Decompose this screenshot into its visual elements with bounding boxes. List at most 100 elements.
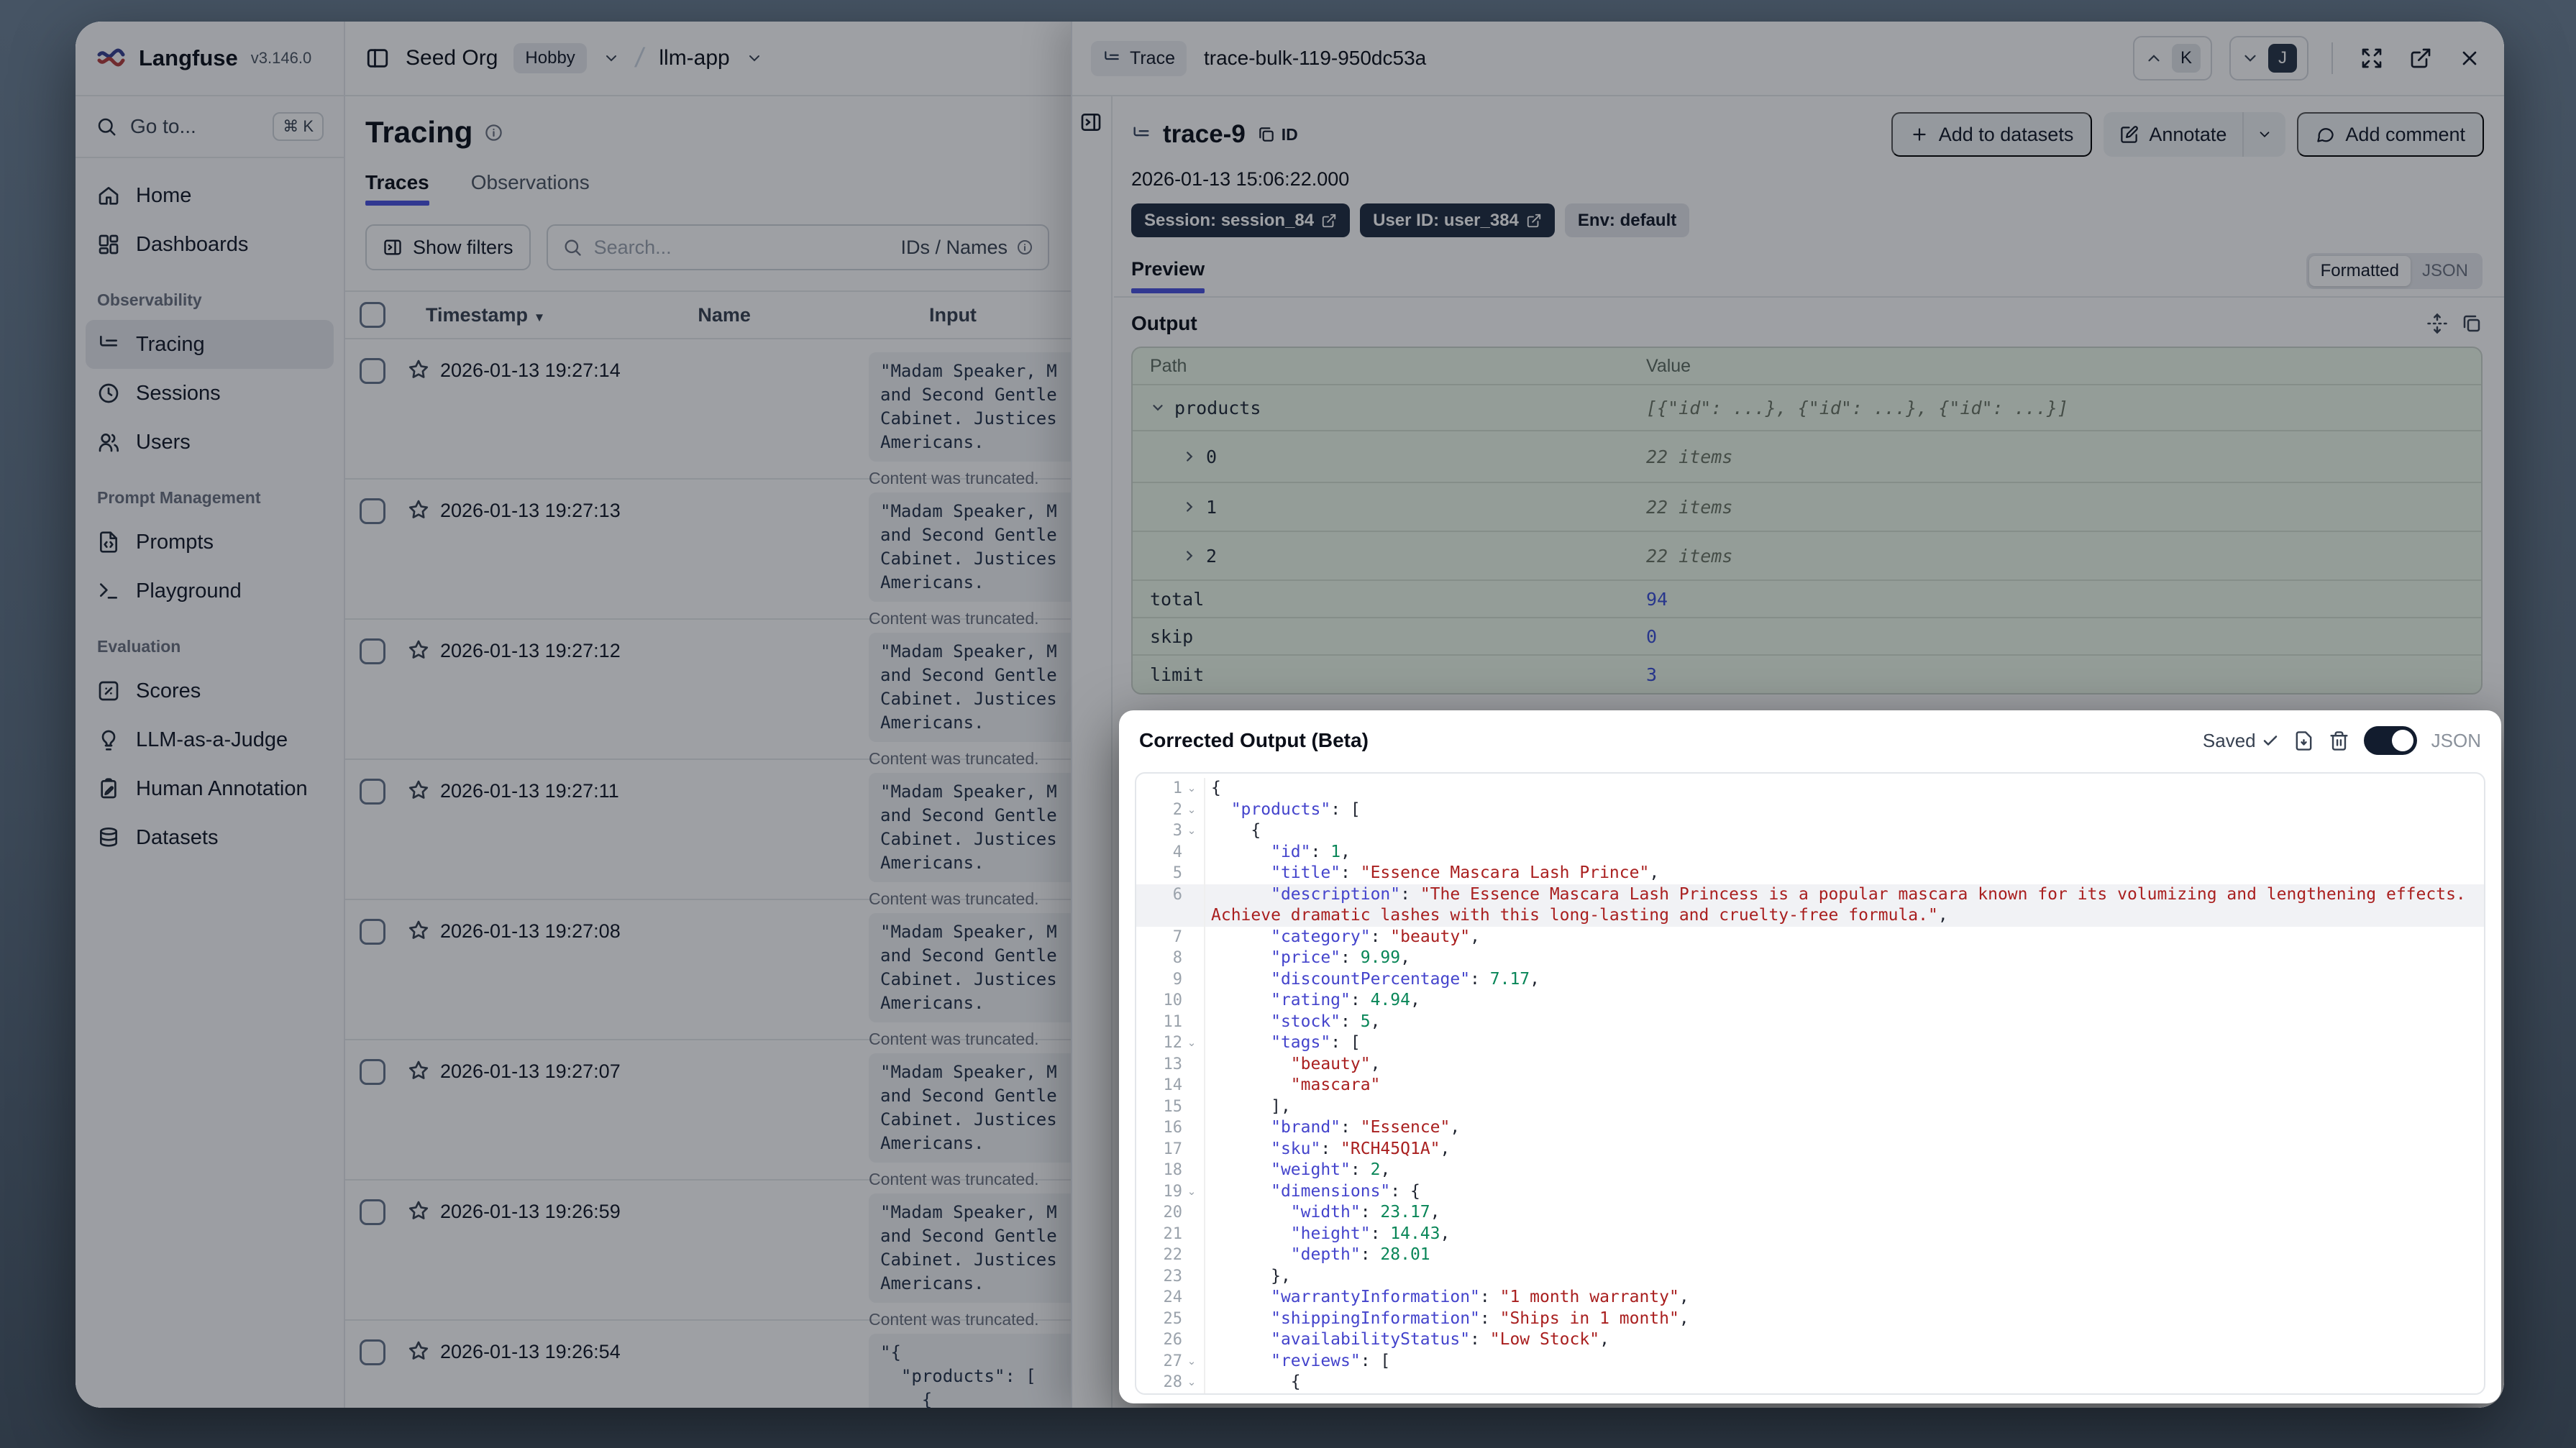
output-row-1[interactable]: 1 22 items xyxy=(1133,483,2481,532)
line-gutter[interactable]: 9 xyxy=(1136,968,1205,990)
star-icon[interactable] xyxy=(407,1199,430,1222)
table-row[interactable]: 2026-01-13 19:27:08 "Madam Speaker, M and… xyxy=(345,900,1071,1048)
line-gutter[interactable]: 25 xyxy=(1136,1308,1205,1329)
format-json-option[interactable]: JSON xyxy=(2411,256,2480,286)
line-gutter[interactable]: 23 xyxy=(1136,1265,1205,1287)
sidebar-item-dashboards[interactable]: Dashboards xyxy=(86,220,334,269)
tab-traces[interactable]: Traces xyxy=(365,171,429,206)
annotate-menu-button[interactable] xyxy=(2244,112,2285,157)
star-icon[interactable] xyxy=(407,638,430,661)
json-editor[interactable]: 1 ⌄{2 ⌄ "products": [3 ⌄ {4 "id": 1, 5 "titl… xyxy=(1135,772,2485,1395)
line-gutter[interactable]: 5 xyxy=(1136,863,1205,884)
row-checkbox[interactable] xyxy=(360,498,385,524)
copy-id-button[interactable]: ID xyxy=(1257,125,1298,145)
line-gutter[interactable]: 13 xyxy=(1136,1053,1205,1075)
chevron-right-icon[interactable] xyxy=(1182,499,1197,515)
line-gutter[interactable]: 21 xyxy=(1136,1223,1205,1245)
sidebar-item-home[interactable]: Home xyxy=(86,171,334,220)
line-gutter[interactable]: 7 xyxy=(1136,926,1205,948)
row-checkbox[interactable] xyxy=(360,638,385,664)
row-checkbox[interactable] xyxy=(360,1199,385,1225)
line-gutter[interactable]: 20 xyxy=(1136,1202,1205,1224)
sidebar-item-llm-as-a-judge[interactable]: LLM-as-a-Judge xyxy=(86,715,334,764)
col-input[interactable]: Input xyxy=(929,304,977,326)
table-row[interactable]: 2026-01-13 19:27:07 "Madam Speaker, M and… xyxy=(345,1040,1071,1188)
sidebar-item-human-annotation[interactable]: Human Annotation xyxy=(86,764,334,813)
sidebar-item-prompts[interactable]: Prompts xyxy=(86,518,334,567)
chevron-down-icon[interactable] xyxy=(603,50,620,67)
star-icon[interactable] xyxy=(407,1339,430,1362)
line-gutter[interactable]: 12 ⌄ xyxy=(1136,1032,1205,1054)
project-name[interactable]: llm-app xyxy=(659,46,729,70)
line-gutter[interactable]: 14 xyxy=(1136,1075,1205,1096)
prev-trace-button[interactable]: K xyxy=(2133,36,2212,81)
col-timestamp[interactable]: Timestamp ▼ xyxy=(426,304,545,326)
line-gutter[interactable]: 4 xyxy=(1136,841,1205,863)
sidebar-item-datasets[interactable]: Datasets xyxy=(86,813,334,862)
sidebar-item-scores[interactable]: Scores xyxy=(86,666,334,715)
line-gutter[interactable]: 10 xyxy=(1136,990,1205,1012)
annotate-button[interactable]: Annotate xyxy=(2104,112,2242,157)
row-checkbox[interactable] xyxy=(360,919,385,945)
table-row[interactable]: 2026-01-13 19:26:54 "{ "products": [ { xyxy=(345,1321,1071,1408)
line-gutter[interactable]: 18 xyxy=(1136,1160,1205,1181)
close-icon[interactable] xyxy=(2454,42,2485,74)
line-gutter[interactable]: 6 xyxy=(1136,884,1205,905)
chevron-down-icon[interactable] xyxy=(746,50,763,67)
table-row[interactable]: 2026-01-13 19:27:13 "Madam Speaker, M and… xyxy=(345,480,1071,628)
format-formatted-option[interactable]: Formatted xyxy=(2308,256,2411,286)
open-in-new-icon[interactable] xyxy=(2405,42,2436,74)
search-input[interactable]: Search... IDs / Names xyxy=(546,224,1049,270)
star-icon[interactable] xyxy=(407,498,430,521)
line-gutter[interactable]: 3 ⌄ xyxy=(1136,820,1205,842)
org-name[interactable]: Seed Org xyxy=(406,46,498,70)
save-file-icon[interactable] xyxy=(2293,730,2314,751)
table-row[interactable]: 2026-01-13 19:27:11 "Madam Speaker, M and… xyxy=(345,760,1071,908)
star-icon[interactable] xyxy=(407,919,430,942)
search-scope[interactable]: IDs / Names xyxy=(900,237,1033,259)
trash-icon[interactable] xyxy=(2329,730,2349,751)
output-row-0[interactable]: 0 22 items xyxy=(1133,431,2481,483)
line-gutter[interactable]: 27 ⌄ xyxy=(1136,1350,1205,1372)
select-all-checkbox[interactable] xyxy=(360,302,385,328)
table-row[interactable]: 2026-01-13 19:26:59 "Madam Speaker, M and… xyxy=(345,1181,1071,1329)
tab-preview[interactable]: Preview xyxy=(1131,258,1205,293)
add-to-datasets-button[interactable]: Add to datasets xyxy=(1891,112,2093,157)
sidebar-item-sessions[interactable]: Sessions xyxy=(86,369,334,418)
line-gutter[interactable]: 2 ⌄ xyxy=(1136,799,1205,820)
line-gutter[interactable]: 15 xyxy=(1136,1096,1205,1117)
show-filters-button[interactable]: Show filters xyxy=(365,224,531,270)
line-gutter[interactable]: 16 xyxy=(1136,1117,1205,1139)
line-gutter[interactable]: 28 ⌄ xyxy=(1136,1372,1205,1393)
row-checkbox[interactable] xyxy=(360,1339,385,1365)
sidebar-item-tracing[interactable]: Tracing xyxy=(86,320,334,369)
add-comment-button[interactable]: Add comment xyxy=(2297,112,2484,157)
user-badge[interactable]: User ID: user_384 xyxy=(1360,203,1555,237)
star-icon[interactable] xyxy=(407,1059,430,1082)
session-badge[interactable]: Session: session_84 xyxy=(1131,203,1351,237)
goto-command[interactable]: Go to... ⌘ K xyxy=(76,96,344,158)
copy-icon[interactable] xyxy=(2461,313,2483,334)
line-gutter[interactable]: 11 xyxy=(1136,1011,1205,1032)
panel-open-icon[interactable] xyxy=(1079,111,1102,134)
line-gutter[interactable] xyxy=(1136,905,1205,927)
expand-icon[interactable] xyxy=(2356,42,2388,74)
next-trace-button[interactable]: J xyxy=(2229,36,2308,81)
sidebar-toggle-icon[interactable] xyxy=(365,46,390,70)
line-gutter[interactable]: 8 xyxy=(1136,948,1205,969)
line-gutter[interactable]: 19 ⌄ xyxy=(1136,1181,1205,1202)
sidebar-item-playground[interactable]: Playground xyxy=(86,567,334,615)
sidebar-item-users[interactable]: Users xyxy=(86,418,334,467)
unfold-vertical-icon[interactable] xyxy=(2426,313,2448,334)
col-name[interactable]: Name xyxy=(698,304,751,326)
row-checkbox[interactable] xyxy=(360,358,385,384)
table-row[interactable]: 2026-01-13 19:27:12 "Madam Speaker, M and… xyxy=(345,620,1071,768)
row-checkbox[interactable] xyxy=(360,779,385,805)
line-gutter[interactable]: 22 xyxy=(1136,1245,1205,1266)
line-gutter[interactable]: 17 xyxy=(1136,1138,1205,1160)
chevron-right-icon[interactable] xyxy=(1182,548,1197,564)
output-row-products[interactable]: products [{"id": ...}, {"id": ...}, {"id"… xyxy=(1133,385,2481,431)
row-checkbox[interactable] xyxy=(360,1059,385,1085)
line-gutter[interactable]: 26 xyxy=(1136,1329,1205,1351)
line-gutter[interactable]: 1 ⌄ xyxy=(1136,778,1205,799)
